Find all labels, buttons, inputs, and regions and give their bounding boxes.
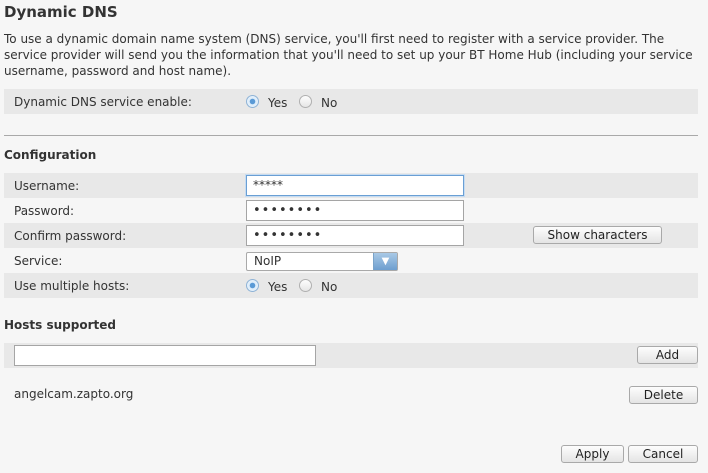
enable-yes-label: Yes xyxy=(268,96,288,110)
confirm-password-input[interactable]: •••••••• xyxy=(246,225,464,246)
service-label: Service: xyxy=(14,254,63,268)
enable-no-label: No xyxy=(321,96,338,110)
username-label: Username: xyxy=(14,179,80,193)
page-title: Dynamic DNS xyxy=(4,3,118,21)
chevron-down-icon[interactable]: ▼ xyxy=(373,253,397,270)
multiple-hosts-yes-label: Yes xyxy=(268,280,288,294)
hosts-heading: Hosts supported xyxy=(4,318,116,332)
new-host-input[interactable] xyxy=(14,345,316,366)
configuration-heading: Configuration xyxy=(4,148,97,162)
multiple-hosts-no-label: No xyxy=(321,280,338,294)
multiple-hosts-yes-radio[interactable] xyxy=(246,279,259,292)
password-label: Password: xyxy=(14,204,75,218)
enable-label: Dynamic DNS service enable: xyxy=(14,95,192,109)
multiple-hosts-label: Use multiple hosts: xyxy=(14,279,130,293)
show-characters-button[interactable]: Show characters xyxy=(533,226,662,244)
service-select[interactable]: NoIP ▼ xyxy=(246,252,398,271)
intro-text: To use a dynamic domain name system (DNS… xyxy=(4,32,693,78)
username-input[interactable]: ***** xyxy=(246,175,464,196)
password-input[interactable]: •••••••• xyxy=(246,200,464,221)
enable-no-radio[interactable] xyxy=(299,95,312,108)
enable-yes-radio[interactable] xyxy=(246,95,259,108)
section-divider xyxy=(4,135,698,136)
confirm-password-label: Confirm password: xyxy=(14,229,127,243)
add-host-button[interactable]: Add xyxy=(637,346,698,364)
host-name: angelcam.zapto.org xyxy=(14,387,134,401)
multiple-hosts-no-radio[interactable] xyxy=(299,279,312,292)
service-selected-value: NoIP xyxy=(254,254,282,268)
delete-host-button[interactable]: Delete xyxy=(629,386,698,404)
cancel-button[interactable]: Cancel xyxy=(628,445,698,463)
apply-button[interactable]: Apply xyxy=(561,445,624,463)
